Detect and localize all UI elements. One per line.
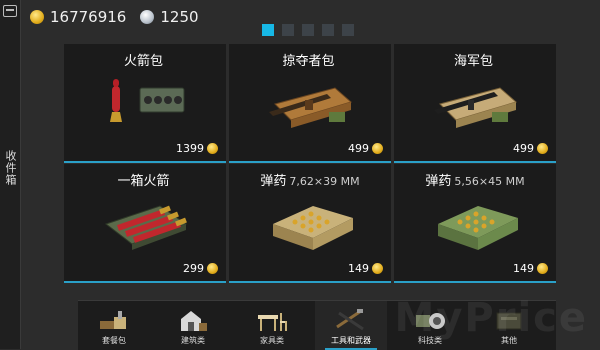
coin-icon: [372, 263, 383, 274]
price-tag: 149: [513, 262, 548, 275]
product-spec: 7,62×39 MM: [289, 175, 360, 188]
price-tag: 499: [513, 142, 548, 155]
product-name: 一箱火箭: [117, 174, 170, 189]
page-dot[interactable]: [282, 24, 294, 36]
page-dot[interactable]: [302, 24, 314, 36]
bundle-icon: [100, 311, 126, 329]
page-dot[interactable]: [342, 24, 354, 36]
coin-icon: [537, 143, 548, 154]
inbox-icon: [3, 5, 17, 17]
rocket-pack-icon: [110, 79, 185, 122]
currency-bar: 16776916 1250: [30, 6, 199, 28]
raider-pack-icon: [269, 87, 353, 128]
page-dot[interactable]: [262, 24, 274, 36]
watermark: MyPrice: [394, 295, 588, 341]
product-title: 弹药 7,62×39 MM: [229, 170, 391, 189]
category-tab-furniture[interactable]: 家具类: [236, 301, 308, 350]
ammo-box-762-icon: [273, 206, 353, 250]
gem-icon: [140, 10, 155, 24]
product-card[interactable]: 海军包 499: [394, 44, 556, 163]
product-card[interactable]: 掠夺者包 499: [229, 44, 391, 163]
price-tag: 149: [348, 262, 383, 275]
furniture-icon: [258, 313, 287, 331]
product-card[interactable]: 一箱火箭 299: [64, 164, 226, 283]
product-card[interactable]: 火箭包 1399: [64, 44, 226, 163]
building-icon: [181, 311, 207, 331]
price-value: 149: [513, 262, 534, 275]
price-value: 499: [513, 142, 534, 155]
price-value: 499: [348, 142, 369, 155]
product-title: 海军包: [394, 50, 556, 69]
price-tag: 1399: [176, 142, 218, 155]
category-tab-tools-weapons[interactable]: 工具和武器: [315, 301, 387, 350]
ammo-box-556-icon: [438, 206, 518, 250]
page-indicator: [262, 24, 354, 36]
gem-balance: 1250: [160, 8, 199, 26]
category-label: 家具类: [260, 336, 284, 345]
product-title: 掠夺者包: [229, 50, 391, 69]
category-label: 工具和武器: [331, 336, 371, 345]
price-tag: 499: [348, 142, 383, 155]
rocket-crate-icon: [104, 205, 188, 250]
product-title: 一箱火箭: [64, 170, 226, 189]
price-value: 149: [348, 262, 369, 275]
navy-pack-icon: [434, 87, 518, 128]
coin-icon: [372, 143, 383, 154]
product-name: 海军包: [453, 54, 493, 69]
price-value: 299: [183, 262, 204, 275]
category-tab-bundles[interactable]: 套餐包: [78, 301, 150, 350]
product-spec: 5,56×45 MM: [454, 175, 525, 188]
product-card[interactable]: 弹药 5,56×45 MM 149: [394, 164, 556, 283]
category-tab-building[interactable]: 建筑类: [157, 301, 229, 350]
coin-icon: [207, 263, 218, 274]
category-label: 建筑类: [181, 336, 205, 345]
product-title: 火箭包: [64, 50, 226, 69]
product-name: 火箭包: [123, 54, 163, 69]
product-title: 弹药 5,56×45 MM: [394, 170, 556, 189]
coin-icon: [207, 143, 218, 154]
page-dot[interactable]: [322, 24, 334, 36]
category-label: 套餐包: [102, 336, 126, 345]
product-name: 弹药: [260, 174, 287, 189]
product-name: 掠夺者包: [282, 54, 335, 69]
product-card[interactable]: 弹药 7,62×39 MM 149: [229, 164, 391, 283]
product-name: 弹药: [425, 174, 452, 189]
tools-weapons-icon: [336, 309, 364, 331]
coin-balance: 16776916: [50, 8, 127, 26]
price-value: 1399: [176, 142, 204, 155]
inbox-label: 收件箱: [4, 150, 17, 186]
coin-icon: [537, 263, 548, 274]
coin-icon: [30, 10, 44, 24]
inbox-sidebar[interactable]: 收件箱: [0, 0, 21, 349]
price-tag: 299: [183, 262, 218, 275]
